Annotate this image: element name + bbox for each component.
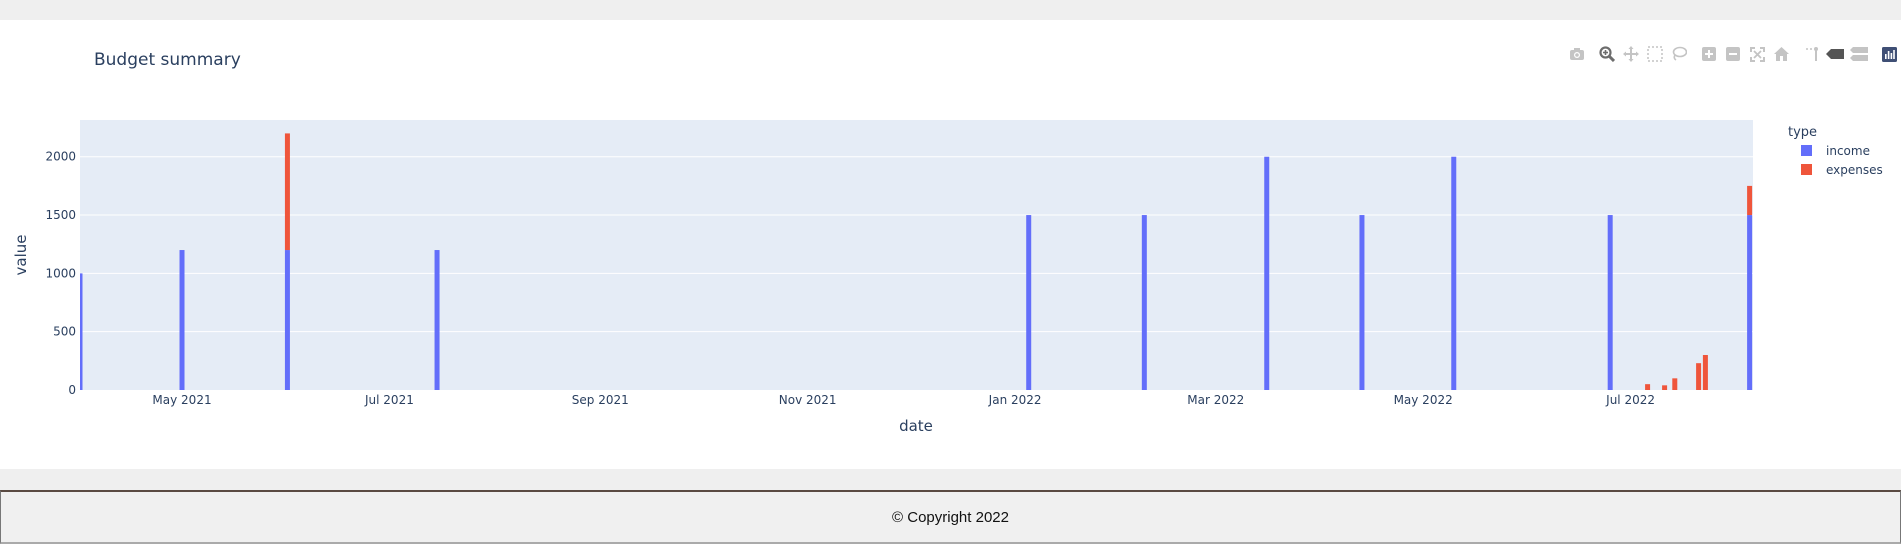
legend-item-income[interactable]: income [1801,144,1870,158]
modebar [1565,43,1901,65]
legend-label-income: income [1826,144,1870,158]
bar-income[interactable] [1747,215,1753,390]
chart[interactable]: Budget summary 0 500 1000 1500 2000 May 2021… [0,20,1901,469]
top-strip [0,0,1901,20]
y-tick-label: 1500 [45,208,76,222]
legend-swatch-income [1801,145,1812,156]
zoom-icon[interactable] [1595,43,1619,65]
lasso-select-icon[interactable] [1667,43,1691,65]
legend-swatch-expenses [1801,164,1812,175]
x-tick-label: Jul 2021 [364,393,414,407]
y-tick-label: 1000 [45,266,76,280]
bar-expenses[interactable] [1747,185,1753,216]
box-select-icon[interactable] [1643,43,1667,65]
chart-title: Budget summary [94,50,241,70]
x-tick-label: Mar 2022 [1187,393,1244,407]
pan-icon[interactable] [1619,43,1643,65]
bar-expenses[interactable] [284,133,290,251]
spike-lines-icon[interactable] [1799,43,1823,65]
x-axis-ticks: May 2021 Jul 2021 Sep 2021 Nov 2021 Jan 2022… [152,393,1655,407]
bar-income[interactable] [179,250,185,390]
zoom-in-icon[interactable] [1697,43,1721,65]
y-axis-title: value [12,235,30,276]
bar-expenses[interactable] [1702,355,1708,390]
bar-expenses[interactable] [1662,385,1668,390]
zoom-out-icon[interactable] [1721,43,1745,65]
y-axis-ticks: 0 500 1000 1500 2000 [45,150,76,397]
bar-income[interactable] [1451,156,1457,390]
hover-closest-icon[interactable] [1823,43,1847,65]
copyright-text: © Copyright 2022 [892,508,1009,526]
bar-income[interactable] [1264,156,1270,390]
camera-icon[interactable] [1565,43,1589,65]
autoscale-icon[interactable] [1745,43,1769,65]
bar-income[interactable] [1026,215,1032,390]
bar-income[interactable] [80,273,83,390]
hover-compare-icon[interactable] [1847,43,1871,65]
bar-income[interactable] [1359,215,1365,390]
bar-expenses[interactable] [1645,384,1651,390]
x-axis-title: date [899,417,933,435]
x-tick-label: Sep 2021 [572,393,629,407]
plot-area[interactable] [80,120,1753,390]
bar-income[interactable] [1141,215,1147,390]
y-tick-label: 0 [68,383,76,397]
bar-expenses[interactable] [1696,363,1702,390]
bar-income[interactable] [1607,215,1613,390]
x-tick-label: Jul 2022 [1605,393,1655,407]
bar-expenses[interactable] [1672,378,1678,390]
legend-item-expenses[interactable]: expenses [1801,163,1883,177]
x-tick-label: Nov 2021 [779,393,837,407]
reset-axes-icon[interactable] [1769,43,1793,65]
x-tick-label: May 2021 [152,393,211,407]
plot-card: Budget summary 0 500 1000 1500 2000 May 2021… [0,20,1901,469]
legend-label-expenses: expenses [1826,163,1883,177]
x-tick-label: Jan 2022 [988,393,1042,407]
y-tick-label: 2000 [45,150,76,164]
legend-title: type [1788,125,1817,140]
bar-income[interactable] [284,250,290,390]
y-tick-label: 500 [53,325,76,339]
footer: © Copyright 2022 [0,490,1901,544]
x-tick-label: May 2022 [1394,393,1453,407]
bar-income[interactable] [434,250,440,390]
legend[interactable]: type income expenses [1788,125,1883,177]
plotly-logo-icon[interactable] [1877,43,1901,65]
